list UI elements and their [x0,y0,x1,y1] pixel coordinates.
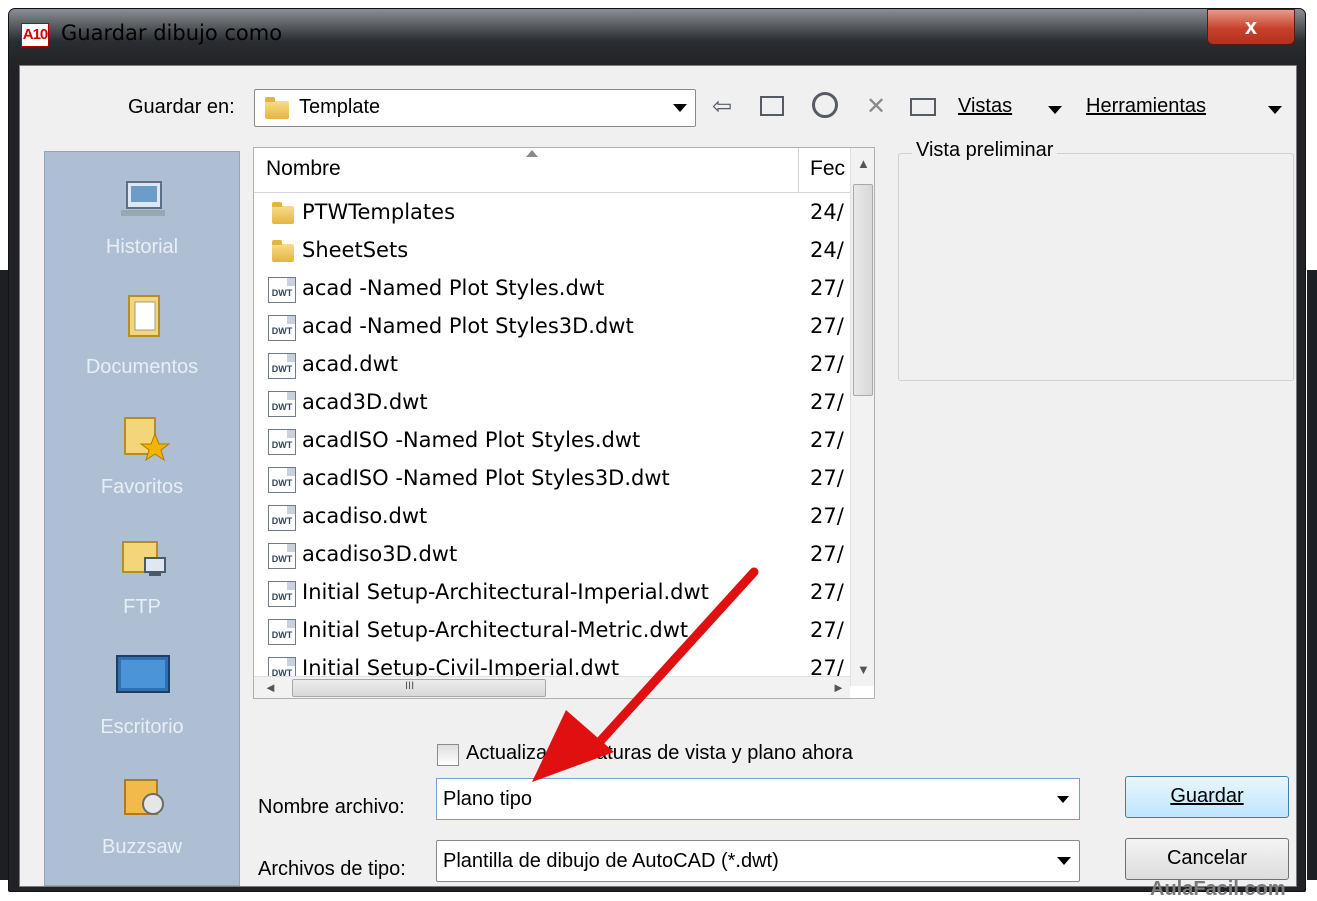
annotation-arrow-shaft [589,567,759,753]
annotation-arrow-head [532,710,614,782]
annotation-arrow [532,567,759,782]
watermark-text: AulaFacil.com [1150,878,1286,900]
